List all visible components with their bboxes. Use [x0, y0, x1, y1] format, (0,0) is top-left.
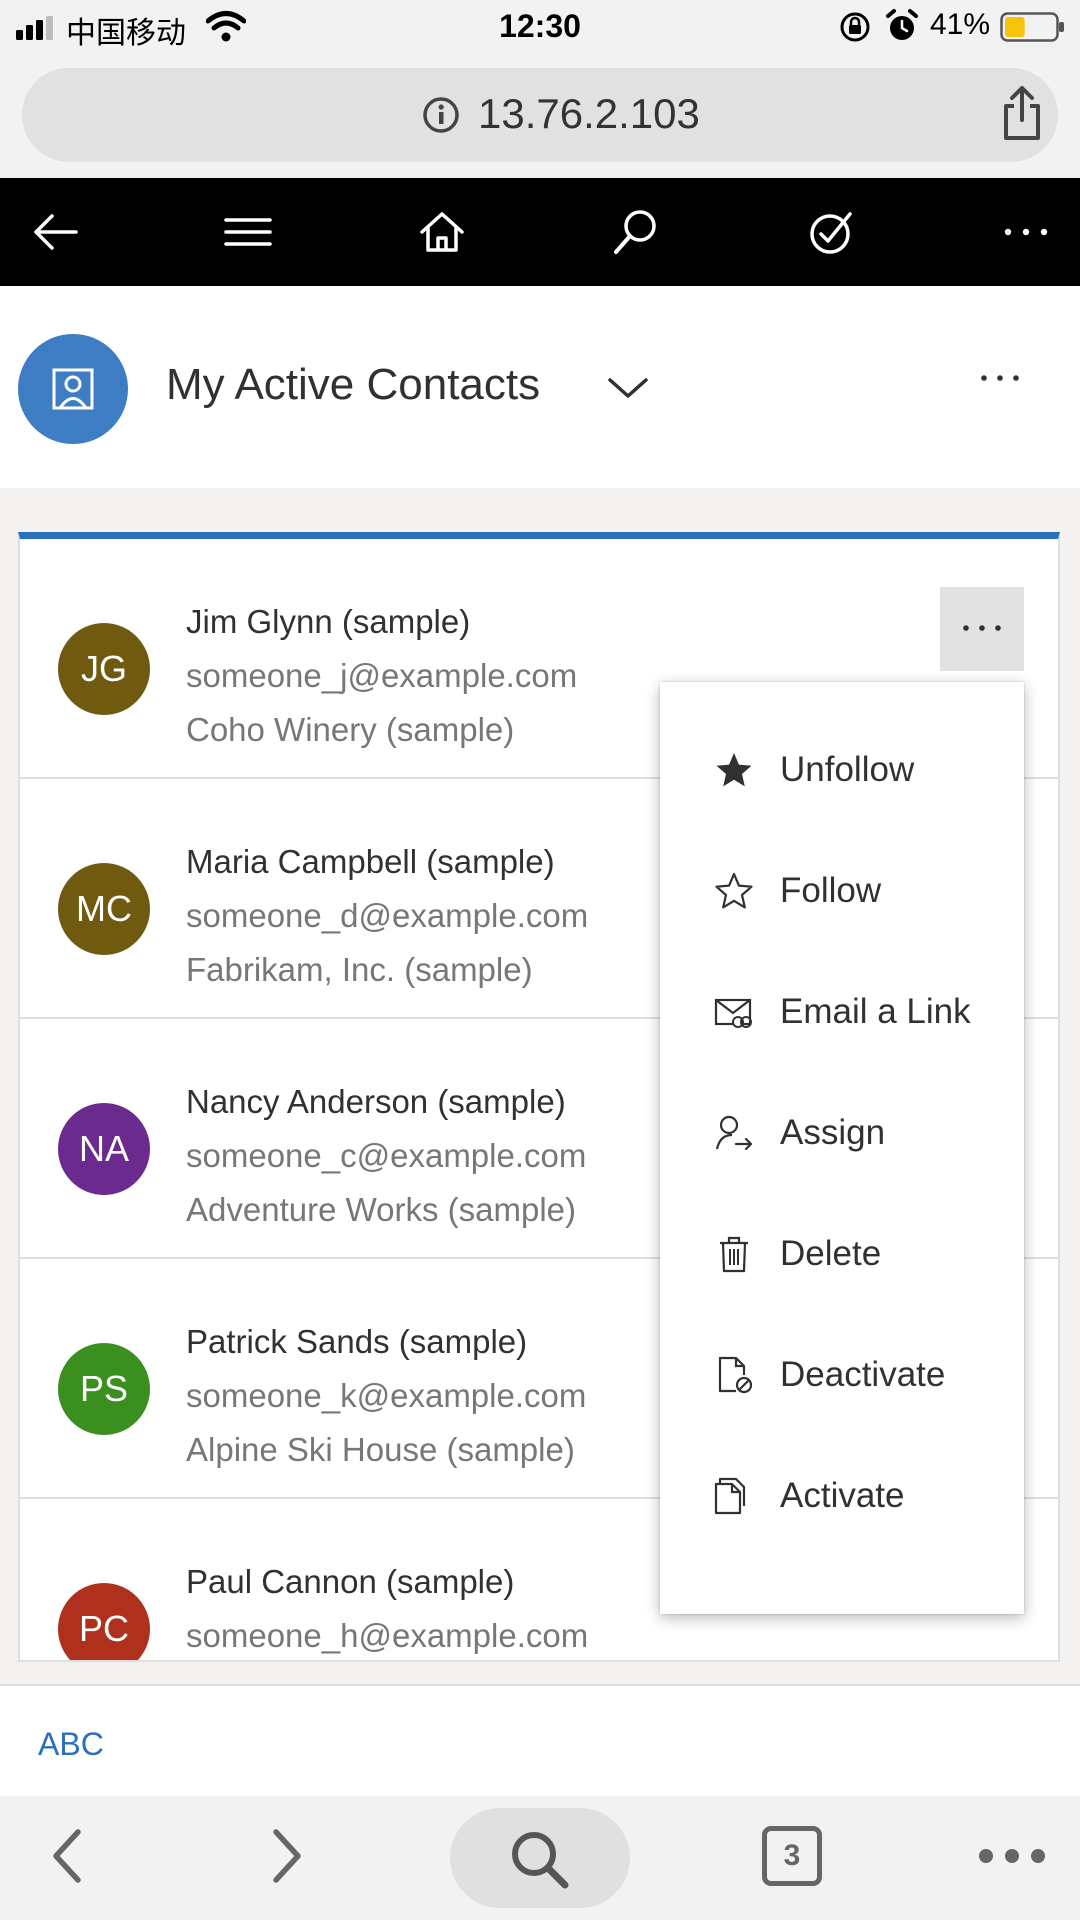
- contact-company[interactable]: Adventure Works (sample): [186, 1191, 576, 1229]
- avatar: NA: [58, 1103, 150, 1195]
- row-context-menu: Unfollow Follow Email a Link Assign Dele…: [660, 682, 1024, 1614]
- back-chevron-icon[interactable]: [38, 1826, 98, 1886]
- status-bar: 中国移动 12:30 41%: [0, 0, 1080, 56]
- url-text[interactable]: 13.76.2.103: [478, 90, 700, 138]
- menu-item-activate[interactable]: Activate: [660, 1452, 1024, 1572]
- contact-email[interactable]: someone_j@example.com: [186, 657, 577, 695]
- task-check-icon[interactable]: [802, 204, 858, 260]
- menu-item-deactivate[interactable]: Deactivate: [660, 1331, 1024, 1451]
- contact-company[interactable]: Coho Winery (sample): [186, 711, 514, 749]
- entity-badge: [18, 334, 128, 444]
- email-link-icon: [714, 998, 752, 1028]
- rotation-lock-icon: [840, 12, 870, 42]
- menu-item-label: Email a Link: [780, 992, 971, 1031]
- list-footer: ABC: [0, 1684, 1080, 1796]
- hamburger-menu-icon[interactable]: [220, 204, 276, 260]
- address-bar[interactable]: 13.76.2.103: [22, 68, 1058, 162]
- menu-item-label: Deactivate: [780, 1355, 946, 1394]
- star-filled-icon: [716, 753, 752, 787]
- menu-item-label: Delete: [780, 1234, 882, 1273]
- avatar: MC: [58, 863, 150, 955]
- star-outline-icon: [715, 872, 753, 909]
- assign-person-icon: [715, 1115, 753, 1151]
- contact-company[interactable]: Fabrikam, Inc. (sample): [186, 951, 533, 989]
- more-icon[interactable]: [998, 204, 1054, 260]
- deactivate-document-icon: [718, 1356, 753, 1394]
- view-title[interactable]: My Active Contacts: [166, 360, 540, 410]
- more-icon: [963, 625, 1001, 631]
- menu-item-follow[interactable]: Follow: [660, 847, 1024, 967]
- battery-percent: 41%: [930, 8, 991, 41]
- jump-bar-button[interactable]: ABC: [38, 1726, 104, 1763]
- menu-item-label: Activate: [780, 1476, 905, 1515]
- menu-item-label: Unfollow: [780, 750, 915, 789]
- back-arrow-icon[interactable]: [28, 204, 84, 260]
- activate-document-icon: [714, 1477, 746, 1515]
- contact-name[interactable]: Jim Glynn (sample): [186, 603, 470, 641]
- browser-bottom-bar: 3: [0, 1796, 1080, 1920]
- contact-email[interactable]: someone_h@example.com: [186, 1617, 588, 1655]
- home-icon[interactable]: [414, 204, 470, 260]
- search-icon: [512, 1832, 569, 1889]
- contact-name[interactable]: Paul Cannon (sample): [186, 1563, 514, 1601]
- avatar: PS: [58, 1343, 150, 1435]
- contact-card-icon: [52, 368, 94, 410]
- menu-item-unfollow[interactable]: Unfollow: [660, 726, 1024, 846]
- info-icon[interactable]: [422, 96, 460, 134]
- browser-address-area: 13.76.2.103: [0, 56, 1080, 178]
- view-more-icon[interactable]: [978, 368, 1022, 388]
- alarm-icon: [886, 9, 918, 40]
- forward-chevron-icon[interactable]: [256, 1826, 316, 1886]
- menu-item-label: Follow: [780, 871, 882, 910]
- contact-email[interactable]: someone_c@example.com: [186, 1137, 586, 1175]
- avatar: PC: [58, 1583, 150, 1660]
- menu-item-assign[interactable]: Assign: [660, 1089, 1024, 1209]
- contact-name[interactable]: Nancy Anderson (sample): [186, 1083, 566, 1121]
- search-icon[interactable]: [608, 204, 664, 260]
- share-icon[interactable]: [998, 84, 1046, 142]
- contact-email[interactable]: someone_d@example.com: [186, 897, 588, 935]
- more-icon[interactable]: [976, 1846, 1048, 1866]
- contact-company[interactable]: Alpine Ski House (sample): [186, 1431, 575, 1469]
- contact-name[interactable]: Patrick Sands (sample): [186, 1323, 527, 1361]
- menu-item-label: Assign: [780, 1113, 886, 1152]
- chevron-down-icon[interactable]: [606, 374, 650, 402]
- view-header: My Active Contacts: [0, 286, 1080, 488]
- menu-item-email-link[interactable]: Email a Link: [660, 968, 1024, 1088]
- tabs-button[interactable]: 3: [762, 1826, 822, 1886]
- browser-search-button[interactable]: [450, 1808, 630, 1908]
- contact-name[interactable]: Maria Campbell (sample): [186, 843, 555, 881]
- contact-email[interactable]: someone_k@example.com: [186, 1377, 586, 1415]
- battery-icon: [1000, 12, 1064, 42]
- menu-item-delete[interactable]: Delete: [660, 1210, 1024, 1330]
- avatar: JG: [58, 623, 150, 715]
- app-toolbar: [0, 178, 1080, 286]
- row-more-button[interactable]: [940, 587, 1024, 671]
- trash-icon: [720, 1236, 748, 1273]
